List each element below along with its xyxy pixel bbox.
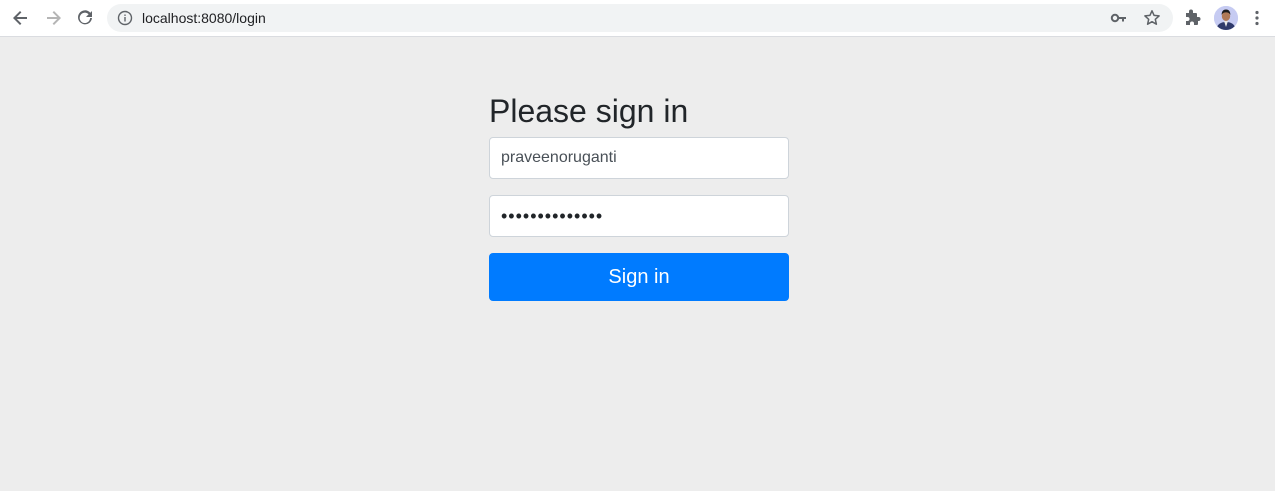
address-bar[interactable]: localhost:8080/login (107, 4, 1173, 32)
password-field[interactable]: •••••••••••••• (489, 195, 789, 237)
forward-arrow-icon (47, 11, 61, 25)
info-icon[interactable] (117, 10, 133, 26)
extensions-icon (1186, 9, 1201, 25)
star-icon[interactable] (1143, 9, 1161, 27)
back-arrow-icon (13, 11, 27, 25)
reload-button[interactable] (71, 4, 99, 32)
page-viewport: Please sign in praveenoruganti •••••••••… (0, 37, 1275, 491)
forward-button[interactable] (39, 4, 67, 32)
page-title: Please sign in (489, 93, 689, 129)
username-field[interactable]: praveenoruganti (489, 137, 789, 179)
key-icon[interactable] (1110, 9, 1128, 27)
sign-in-button[interactable]: Sign in (489, 253, 789, 301)
reload-icon (78, 10, 92, 25)
extensions-button[interactable] (1179, 4, 1207, 32)
url-text[interactable]: localhost:8080/login (142, 10, 266, 26)
avatar[interactable] (1214, 6, 1238, 30)
more-menu-button[interactable] (1243, 4, 1271, 32)
browser-toolbar: localhost:8080/login (0, 0, 1275, 37)
more-vert-icon (1255, 10, 1259, 26)
back-button[interactable] (7, 4, 35, 32)
profile-avatar-icon (1214, 6, 1238, 30)
